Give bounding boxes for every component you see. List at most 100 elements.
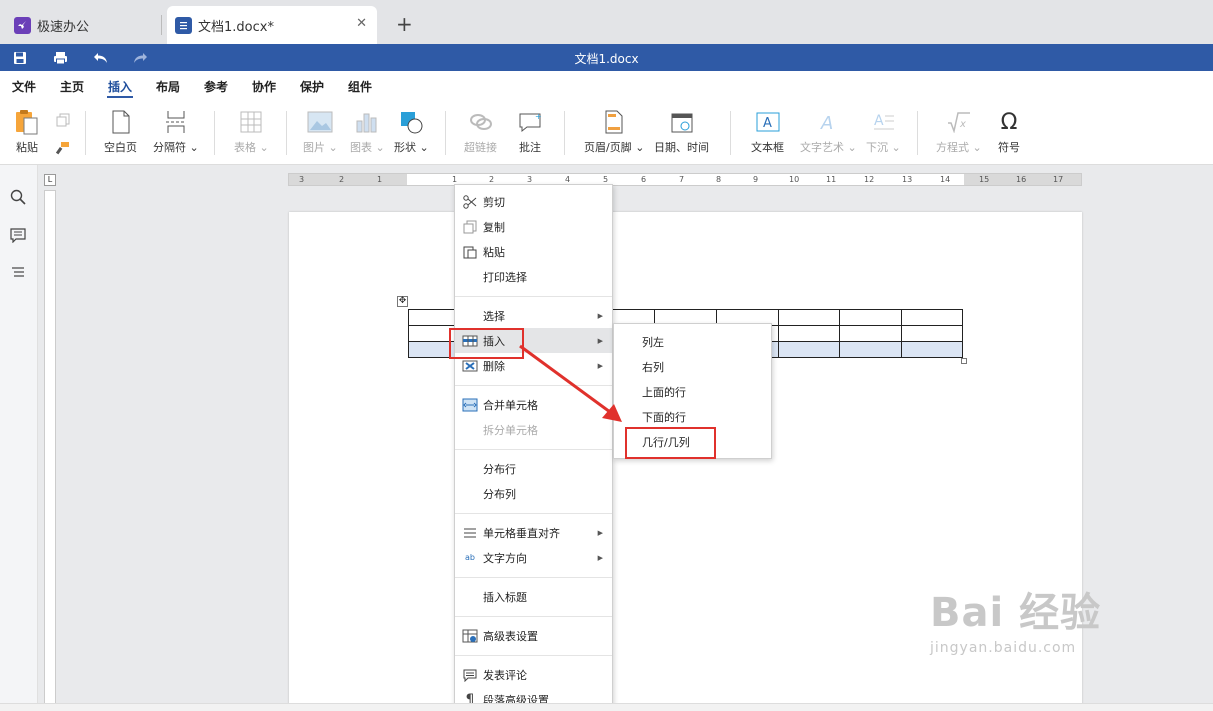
- close-icon[interactable]: ✕: [356, 16, 367, 31]
- submenu-item-row-below[interactable]: 下面的行: [642, 409, 686, 425]
- menu-item-cut[interactable]: 剪切: [455, 189, 612, 214]
- search-icon[interactable]: [10, 189, 28, 207]
- chart-button[interactable]: 图表 ⌄: [350, 109, 385, 155]
- active-tab-indicator: [107, 96, 133, 98]
- submenu-item-col-left[interactable]: 列左: [642, 334, 664, 350]
- ruler-number: 7: [679, 175, 685, 184]
- tab-label: 文档1.docx*: [198, 19, 274, 35]
- menu-collaborate[interactable]: 协作: [252, 78, 276, 95]
- ruler-number: 1: [377, 175, 383, 184]
- hyperlink-button[interactable]: 超链接: [464, 109, 497, 155]
- tab-document[interactable]: 文档1.docx* ✕: [167, 6, 377, 44]
- menu-file[interactable]: 文件: [12, 78, 36, 95]
- menu-insert[interactable]: 插入: [108, 78, 132, 95]
- menu-item-distribute-rows[interactable]: 分布行: [455, 456, 612, 481]
- menu-item-post-comment[interactable]: 发表评论: [455, 662, 612, 687]
- tab-strip: 极速办公 文档1.docx* ✕ +: [0, 0, 1213, 44]
- submenu-arrow-icon: ▶: [597, 553, 603, 562]
- submenu-item-row-above[interactable]: 上面的行: [642, 384, 686, 400]
- menu-home[interactable]: 主页: [60, 78, 84, 95]
- menu-item-text-direction[interactable]: ab 文字方向 ▶: [455, 545, 612, 570]
- ruler-number: 12: [864, 175, 875, 184]
- hyperlink-label: 超链接: [464, 141, 497, 154]
- ruler-number: 10: [789, 175, 800, 184]
- omega-icon: Ω: [1000, 109, 1018, 135]
- paste-icon: [462, 244, 478, 260]
- separator-button[interactable]: 分隔符 ⌄: [153, 109, 199, 155]
- equation-label: 方程式 ⌄: [936, 141, 982, 154]
- menu-item-copy[interactable]: 复制: [455, 214, 612, 239]
- menu-item-insert-caption[interactable]: 插入标题: [455, 584, 612, 609]
- format-painter-icon[interactable]: [55, 141, 74, 159]
- wordart-button[interactable]: A 文字艺术 ⌄: [800, 109, 857, 155]
- comment-button[interactable]: + 批注: [517, 109, 543, 155]
- header-footer-icon: [601, 109, 627, 135]
- submenu-arrow-icon: ▶: [597, 311, 603, 320]
- ribbon-divider: [445, 111, 446, 155]
- menu-divider: [455, 513, 612, 514]
- document-icon: [175, 16, 192, 34]
- menu-bar: 文件 主页 插入 布局 参考 协作 保护 组件: [0, 71, 1213, 101]
- ribbon-divider: [214, 111, 215, 155]
- table-label: 表格 ⌄: [234, 141, 269, 154]
- table-button[interactable]: 表格 ⌄: [234, 109, 269, 155]
- comment-icon: [462, 667, 478, 683]
- menu-plugins[interactable]: 组件: [348, 78, 372, 95]
- clipboard-icon: [14, 109, 40, 135]
- shape-button[interactable]: 形状 ⌄: [394, 109, 429, 155]
- horizontal-ruler[interactable]: 3 2 1 1 2 3 4 5 6 7 8 9 10 11 12 13 14 1…: [288, 173, 1082, 186]
- delete-table-icon: [462, 358, 478, 374]
- menu-item-label: 高级表设置: [483, 629, 538, 643]
- copy-icon[interactable]: [56, 113, 74, 131]
- status-bar: [0, 703, 1213, 711]
- paste-button[interactable]: 粘贴: [14, 109, 40, 155]
- symbol-button[interactable]: Ω 符号: [996, 109, 1022, 155]
- menu-item-print-selection[interactable]: 打印选择: [455, 264, 612, 289]
- menu-item-select[interactable]: 选择 ▶: [455, 303, 612, 328]
- menu-layout[interactable]: 布局: [156, 78, 180, 95]
- textbox-label: 文本框: [751, 141, 784, 154]
- tab-divider: [161, 15, 162, 35]
- highlight-box-rows-cols: [625, 427, 716, 459]
- header-footer-button[interactable]: 页眉/页脚 ⌄: [584, 109, 644, 155]
- ruler-number: 8: [716, 175, 722, 184]
- table-move-handle-icon[interactable]: ✥: [397, 296, 408, 307]
- vertical-ruler[interactable]: [44, 190, 56, 705]
- comments-panel-icon[interactable]: [10, 227, 28, 245]
- menu-item-label: 剪切: [483, 195, 505, 209]
- equation-button[interactable]: x 方程式 ⌄: [936, 109, 982, 155]
- context-menu: 剪切 复制 粘贴 打印选择 选择 ▶ 插入 ▶ 删除 ▶ 合并单元格 拆分单元格…: [454, 184, 613, 711]
- dropcap-icon: A: [870, 109, 896, 135]
- picture-button[interactable]: 图片 ⌄: [303, 109, 338, 155]
- merge-cells-icon: [462, 397, 478, 413]
- menu-item-advanced-table[interactable]: 高级表设置: [455, 623, 612, 648]
- blank-page-button[interactable]: 空白页: [104, 109, 137, 155]
- table-resize-handle[interactable]: [961, 358, 967, 364]
- menu-item-label: 打印选择: [483, 270, 527, 284]
- dropcap-button[interactable]: A 下沉 ⌄: [866, 109, 901, 155]
- menu-divider: [455, 616, 612, 617]
- wordart-label: 文字艺术 ⌄: [800, 141, 857, 154]
- navigation-icon[interactable]: [10, 265, 28, 283]
- ruler-number: 6: [641, 175, 647, 184]
- menu-item-distribute-cols[interactable]: 分布列: [455, 481, 612, 506]
- svg-text:x: x: [959, 119, 966, 130]
- link-icon: [468, 109, 494, 135]
- symbol-label: 符号: [998, 141, 1020, 154]
- ribbon-divider: [85, 111, 86, 155]
- ruler-number: 17: [1053, 175, 1064, 184]
- tab-stop-selector[interactable]: L: [44, 174, 56, 186]
- menu-divider: [455, 577, 612, 578]
- date-time-button[interactable]: 日期、时间: [654, 109, 709, 155]
- tab-jisu-office[interactable]: 极速办公: [6, 6, 156, 44]
- ruler-number: 3: [299, 175, 305, 184]
- textbox-button[interactable]: A 文本框: [751, 109, 784, 155]
- menu-item-paste[interactable]: 粘贴: [455, 239, 612, 264]
- menu-item-cell-valign[interactable]: 单元格垂直对齐 ▶: [455, 520, 612, 545]
- ruler-number: 2: [489, 175, 495, 184]
- submenu-item-col-right[interactable]: 右列: [642, 359, 664, 375]
- add-tab-icon[interactable]: +: [396, 12, 413, 36]
- menu-protect[interactable]: 保护: [300, 78, 324, 95]
- menu-references[interactable]: 参考: [204, 78, 228, 95]
- page-break-icon: [163, 109, 189, 135]
